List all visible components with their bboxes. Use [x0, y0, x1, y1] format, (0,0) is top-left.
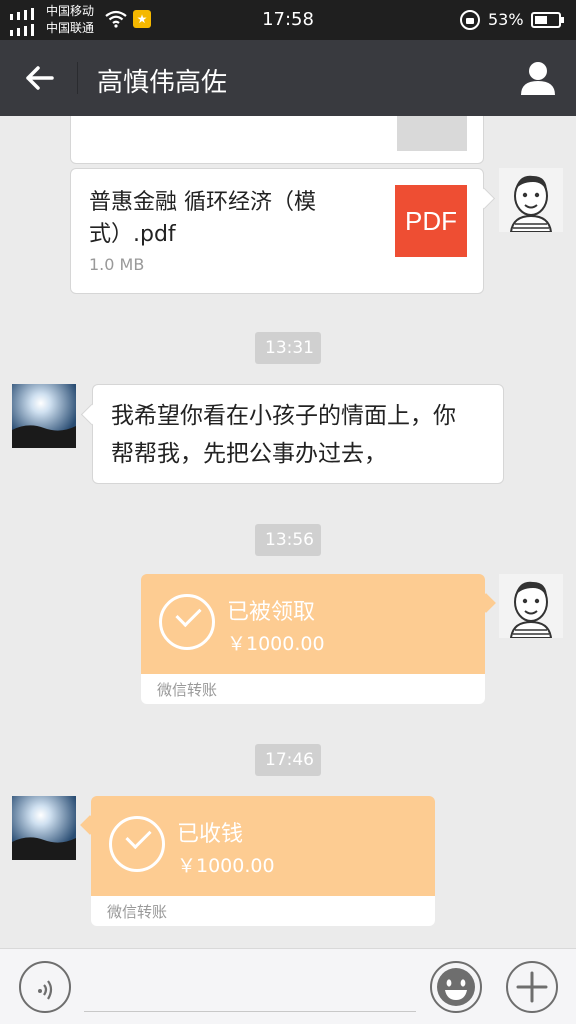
- message-text: 我希望你看在小孩子的情面上，你 帮帮我，先把公事办过去，: [111, 403, 456, 467]
- battery-level: [535, 16, 547, 24]
- header-divider: [77, 62, 78, 94]
- contact-avatar[interactable]: [12, 384, 76, 448]
- check-circle-icon: [109, 816, 165, 872]
- input-bar: [0, 948, 576, 1024]
- back-arrow-icon[interactable]: [20, 58, 60, 98]
- transfer-label: 微信转账: [107, 903, 168, 921]
- check-circle-icon: [159, 594, 215, 650]
- transfer-card-sent[interactable]: 已被领取 ￥1000.00 微信转账: [141, 574, 485, 704]
- text-message-bubble[interactable]: 我希望你看在小孩子的情面上，你 帮帮我，先把公事办过去，: [92, 384, 504, 484]
- battery-icon: [531, 12, 564, 28]
- person-icon[interactable]: [518, 58, 558, 98]
- transfer-label: 微信转账: [157, 681, 218, 699]
- previous-message-bubble[interactable]: [70, 116, 484, 164]
- timestamp: 13:31: [255, 332, 321, 364]
- battery-percent: 53%: [488, 10, 524, 29]
- transfer-card-received[interactable]: 已收钱 ￥1000.00 微信转账: [91, 796, 435, 926]
- transfer-amount: ￥1000.00: [227, 633, 325, 655]
- file-message-bubble[interactable]: 普惠金融 循环经济（模式）.pdf 1.0 MB PDF: [70, 168, 484, 294]
- file-size: 1.0 MB: [89, 255, 145, 274]
- chat-header: 高慎伟高佐: [0, 40, 576, 116]
- transfer-status: 已收钱: [177, 822, 244, 847]
- rotation-lock-icon: [460, 10, 480, 30]
- contact-avatar[interactable]: [12, 796, 76, 860]
- chat-title: 高慎伟高佐: [97, 68, 228, 98]
- chat-area[interactable]: 普惠金融 循环经济（模式）.pdf 1.0 MB PDF 13:31 我希望你看…: [0, 116, 576, 948]
- timestamp: 17:46: [255, 744, 321, 776]
- transfer-status: 已被领取: [227, 600, 316, 625]
- voice-icon[interactable]: [19, 961, 71, 1013]
- message-input[interactable]: [84, 1011, 416, 1012]
- pdf-icon: PDF: [395, 185, 467, 257]
- transfer-amount: ￥1000.00: [177, 855, 275, 877]
- self-avatar[interactable]: [499, 168, 563, 232]
- emoji-icon[interactable]: [430, 961, 482, 1013]
- self-avatar[interactable]: [499, 574, 563, 638]
- timestamp: 13:56: [255, 524, 321, 556]
- plus-icon[interactable]: [506, 961, 558, 1013]
- file-name: 普惠金融 循环经济（模式）.pdf: [89, 190, 316, 247]
- status-bar: 中国移动 中国联通 ★ 17:58 53%: [0, 0, 576, 40]
